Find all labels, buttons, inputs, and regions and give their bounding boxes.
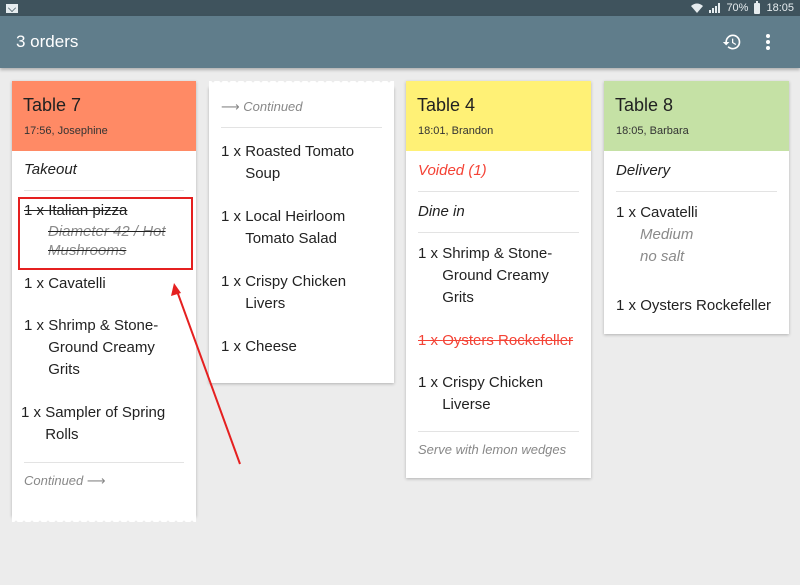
signal-icon <box>709 3 721 13</box>
list-item[interactable]: 1 x Sampler of Spring Rolls <box>21 402 184 446</box>
order-header: Table 4 18:01, Brandon <box>406 81 591 151</box>
more-options-button[interactable] <box>752 26 784 58</box>
list-item[interactable]: 1 x Italian pizza Diameter 42 / Hot Mush… <box>24 200 184 260</box>
table-name: Table 7 <box>23 95 82 115</box>
history-icon <box>722 34 741 50</box>
order-card-table-4[interactable]: Table 4 18:01, Brandon Voided (1) Dine i… <box>406 81 591 478</box>
list-item[interactable]: 1 x Cheese <box>221 336 382 358</box>
more-vert-icon <box>766 34 770 50</box>
battery-percent: 70% <box>726 2 749 14</box>
continued-from-label: ⟶ Continued <box>221 87 382 128</box>
continued-label: Continued ⟶ <box>24 462 184 499</box>
clock: 18:05 <box>766 2 794 14</box>
order-note: Serve with lemon wedges <box>418 431 579 467</box>
list-item[interactable]: 1 x Crispy Chicken Livers <box>221 271 382 315</box>
order-meta: 17:56, Josephine <box>24 125 108 137</box>
battery-icon <box>754 0 761 14</box>
list-item[interactable]: 1 x Oysters Rockefeller <box>616 295 777 317</box>
list-item[interactable]: 1 x Shrimp & Stone-Ground Creamy Grits <box>24 315 184 381</box>
wifi-icon <box>691 3 704 13</box>
list-item[interactable]: 1 x Cavatelli <box>24 273 184 295</box>
list-item[interactable]: 1 x Local Heirloom Tomato Salad <box>221 206 382 250</box>
table-name: Table 8 <box>615 95 674 115</box>
item-modifier: Diameter 42 / Hot Mushrooms <box>48 223 166 259</box>
list-item[interactable]: 1 x Crispy Chicken Liverse <box>418 372 579 416</box>
order-meta: 18:05, Barbara <box>616 125 689 137</box>
app-bar: 3 orders <box>0 16 800 68</box>
voided-count[interactable]: Voided (1) <box>418 151 579 192</box>
order-card-table-7[interactable]: Table 7 17:56, Josephine Takeout 1 x Ita… <box>12 81 196 522</box>
list-item[interactable]: 1 x Roasted Tomato Soup <box>221 141 382 185</box>
item-modifier: no salt <box>640 248 685 265</box>
order-card-continued[interactable]: ⟶ Continued 1 x Roasted Tomato Soup 1 x … <box>209 81 394 383</box>
mail-icon <box>6 3 18 13</box>
order-card-table-8[interactable]: Table 8 18:05, Barbara Delivery 1 x Cava… <box>604 81 789 334</box>
order-type: Dine in <box>418 192 579 233</box>
order-meta: 18:01, Brandon <box>418 125 494 137</box>
page-title: 3 orders <box>16 32 79 51</box>
status-bar: 70% 18:05 <box>0 0 800 16</box>
order-header: Table 8 18:05, Barbara <box>604 81 789 151</box>
table-name: Table 4 <box>417 95 476 115</box>
order-header: Table 7 17:56, Josephine <box>12 81 196 151</box>
list-item[interactable]: 1 x Cavatelli Medium no salt <box>616 202 777 268</box>
order-type: Delivery <box>616 151 777 192</box>
item-modifier: Medium <box>640 226 694 243</box>
list-item[interactable]: 1 x Shrimp & Stone-Ground Creamy Grits <box>418 243 579 309</box>
history-button[interactable] <box>716 26 748 58</box>
order-type: Takeout <box>24 151 184 191</box>
list-item-voided[interactable]: 1 x Oysters Rockefeller <box>418 330 579 352</box>
